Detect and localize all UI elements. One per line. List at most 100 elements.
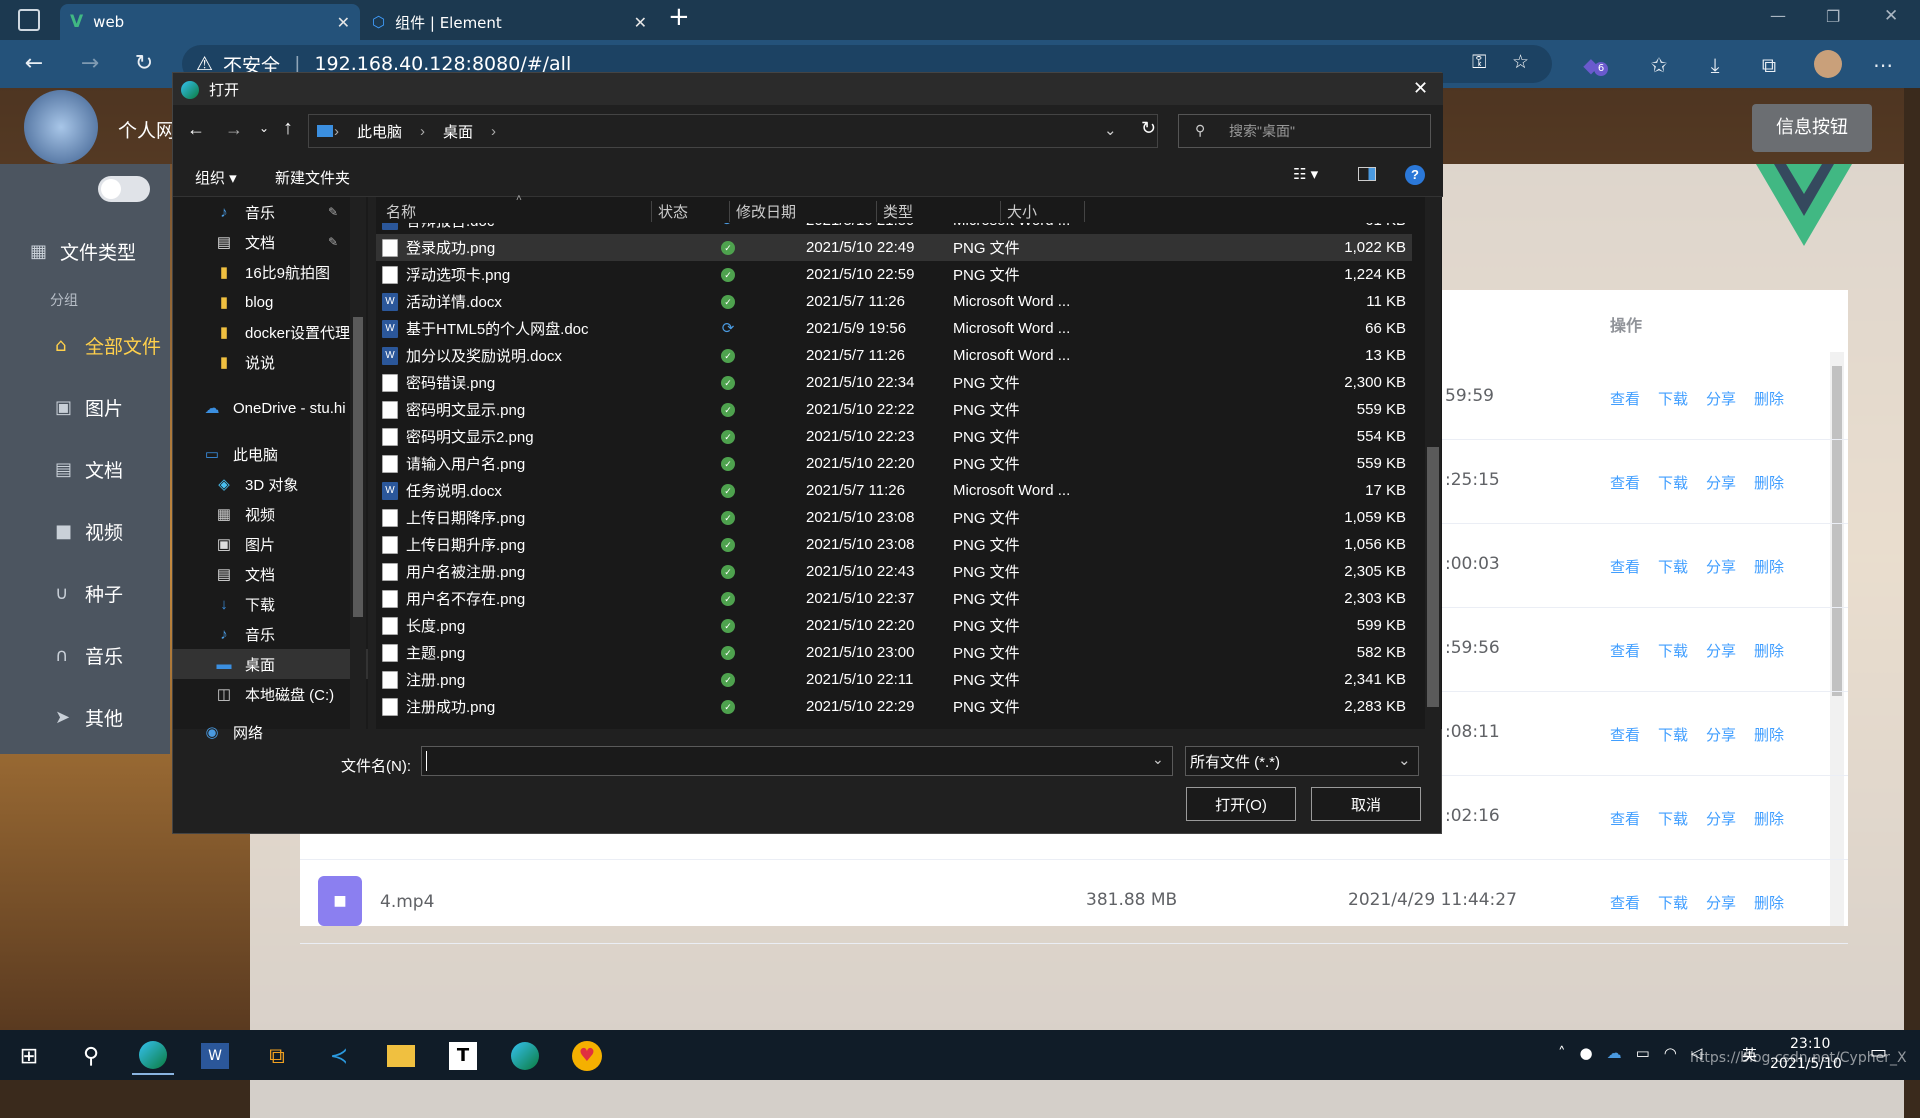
avatar[interactable] — [24, 90, 98, 164]
file-row[interactable]: W 活动详情.docx ✓ 2021/5/7 11:26 Microsoft Word … — [376, 288, 1412, 315]
file-row[interactable]: 上传日期升序.png ✓ 2021/5/10 23:08 PNG 文件 1,056 KB — [376, 531, 1412, 558]
file-row[interactable]: 请输入用户名.png ✓ 2021/5/10 22:20 PNG 文件 559 KB — [376, 450, 1412, 477]
forward-icon[interactable]: → — [225, 119, 243, 140]
vscode-icon[interactable]: ≺ — [318, 1037, 360, 1075]
cancel-button[interactable]: 取消 — [1311, 787, 1421, 821]
file-row[interactable]: W 基于HTML5的个人网盘.doc ⟳ 2021/5/9 19:56 Microsof… — [376, 315, 1412, 342]
pin-icon[interactable]: ✎ — [328, 235, 338, 249]
tree-item[interactable]: ♪ 音乐 ✎ — [173, 197, 368, 227]
col-type[interactable]: 类型 — [876, 201, 913, 222]
file-row[interactable]: 上传日期降序.png ✓ 2021/5/10 23:08 PNG 文件 1,059 KB — [376, 504, 1412, 531]
new-folder-button[interactable]: 新建文件夹 — [275, 167, 350, 188]
file-row[interactable]: 登录成功.png ✓ 2021/5/10 22:49 PNG 文件 1,022 KB — [376, 234, 1412, 261]
explorer-icon[interactable] — [380, 1037, 422, 1075]
preview-pane-icon[interactable] — [1358, 167, 1376, 181]
chevron-up-icon[interactable]: ˄ — [1558, 1044, 1566, 1062]
delete-link[interactable]: 删除 — [1754, 388, 1784, 409]
qq-icon[interactable]: ● — [1580, 1044, 1593, 1062]
file-row[interactable]: 密码明文显示.png ✓ 2021/5/10 22:22 PNG 文件 559 KB — [376, 396, 1412, 423]
filename-input[interactable]: ⌄ — [421, 746, 1173, 776]
info-button[interactable]: 信息按钮 — [1752, 104, 1872, 152]
delete-link[interactable]: 删除 — [1754, 724, 1784, 745]
tab-web[interactable]: V web ✕ — [60, 4, 360, 40]
favorite-add-icon[interactable]: ☆ — [1512, 51, 1529, 73]
file-row[interactable]: 密码错误.png ✓ 2021/5/10 22:34 PNG 文件 2,300 KB — [376, 369, 1412, 396]
col-name[interactable]: 名称 — [386, 201, 416, 222]
tree-item[interactable]: ▮ blog — [173, 287, 368, 317]
view-link[interactable]: 查看 — [1610, 388, 1640, 409]
new-tab-button[interactable]: + — [668, 2, 690, 32]
view-link[interactable]: 查看 — [1610, 808, 1640, 829]
file-row[interactable]: 注册.png ✓ 2021/5/10 22:11 PNG 文件 2,341 KB — [376, 666, 1412, 693]
tree-item[interactable]: ↓ 下载 — [173, 589, 368, 619]
close-icon[interactable]: ✕ — [634, 13, 647, 32]
onedrive-icon[interactable]: ☁ — [1607, 1044, 1622, 1062]
word-icon[interactable]: W — [194, 1037, 236, 1075]
close-icon[interactable]: ✕ — [1413, 78, 1428, 99]
col-status[interactable]: 状态 — [651, 201, 688, 222]
delete-link[interactable]: 删除 — [1754, 472, 1784, 493]
sidebar-item-music[interactable]: ∩ 音乐 — [0, 634, 170, 676]
view-link[interactable]: 查看 — [1610, 640, 1640, 661]
tree-item[interactable]: ☁ OneDrive - stu.hi — [173, 393, 368, 423]
delete-link[interactable]: 删除 — [1754, 556, 1784, 577]
file-row[interactable]: 密码明文显示2.png ✓ 2021/5/10 22:23 PNG 文件 554 KB — [376, 423, 1412, 450]
profile-avatar[interactable] — [1814, 50, 1842, 78]
file-row[interactable]: 主题.png ✓ 2021/5/10 23:00 PNG 文件 582 KB — [376, 639, 1412, 666]
tray-icons[interactable]: ˄ ● ☁ ▭ ◠ ◁ — [1558, 1044, 1702, 1062]
minimize-icon[interactable]: — — [1770, 6, 1786, 25]
back-icon[interactable]: ← — [187, 119, 205, 140]
share-link[interactable]: 分享 — [1706, 724, 1736, 745]
share-link[interactable]: 分享 — [1706, 388, 1736, 409]
file-name[interactable]: 4.mp4 — [380, 892, 434, 912]
file-row[interactable]: W 加分以及奖励说明.docx ✓ 2021/5/7 11:26 Microsoft W… — [376, 342, 1412, 369]
sidebar-item-images[interactable]: ▣ 图片 — [0, 386, 170, 428]
sidebar-item-other[interactable]: ➤ 其他 — [0, 696, 170, 738]
share-link[interactable]: 分享 — [1706, 472, 1736, 493]
download-icon[interactable]: ⤓ — [1700, 50, 1730, 80]
file-row[interactable]: 浮动选项卡.png ✓ 2021/5/10 22:59 PNG 文件 1,224 KB — [376, 261, 1412, 288]
search-icon[interactable]: ⚲ — [70, 1037, 112, 1075]
help-icon[interactable]: ? — [1405, 165, 1425, 185]
download-link[interactable]: 下载 — [1658, 808, 1688, 829]
typora-icon[interactable]: T — [442, 1037, 484, 1075]
delete-link[interactable]: 删除 — [1754, 640, 1784, 661]
chevron-down-icon[interactable]: ⌄ — [1152, 751, 1164, 768]
delete-link[interactable]: 删除 — [1754, 892, 1784, 913]
view-link[interactable]: 查看 — [1610, 472, 1640, 493]
file-row[interactable]: W 答辩报告.doc ⟳ 2021/5/10 21:59 Microsoft Word … — [376, 223, 1412, 234]
extension-icon[interactable]: ◆ 6 — [1576, 50, 1608, 80]
tree-item[interactable]: ◉ 网络 — [173, 717, 368, 747]
file-row[interactable]: 用户名不存在.png ✓ 2021/5/10 22:37 PNG 文件 2,303 KB — [376, 585, 1412, 612]
battery-icon[interactable]: ▭ — [1636, 1044, 1650, 1062]
tree-item[interactable]: ♪ 音乐 — [173, 619, 368, 649]
pin-icon[interactable]: ✎ — [328, 205, 338, 219]
view-link[interactable]: 查看 — [1610, 724, 1640, 745]
file-list-scrollbar[interactable] — [1425, 197, 1441, 729]
tree-item[interactable]: ▬ 桌面 — [173, 649, 368, 679]
col-size[interactable]: 大小 — [1000, 201, 1085, 222]
wifi-icon[interactable]: ◠ — [1664, 1044, 1677, 1062]
download-link[interactable]: 下载 — [1658, 640, 1688, 661]
tree-item[interactable]: ▤ 文档 — [173, 559, 368, 589]
favorites-icon[interactable]: ✩ — [1644, 50, 1674, 80]
tree-item[interactable]: ▭ 此电脑 — [173, 439, 368, 469]
tree-item[interactable]: ▦ 视频 — [173, 499, 368, 529]
tree-item[interactable]: ▮ docker设置代理 — [173, 317, 368, 347]
sidebar-item-docs[interactable]: ▤ 文档 — [0, 448, 170, 490]
tree-item[interactable]: ◈ 3D 对象 — [173, 469, 368, 499]
tree-item[interactable]: ▤ 文档 ✎ — [173, 227, 368, 257]
tree-scrollbar[interactable] — [350, 197, 366, 729]
share-link[interactable]: 分享 — [1706, 808, 1736, 829]
download-link[interactable]: 下载 — [1658, 472, 1688, 493]
close-icon[interactable]: ✕ — [337, 13, 350, 32]
download-link[interactable]: 下载 — [1658, 388, 1688, 409]
theme-toggle[interactable] — [98, 176, 150, 202]
download-link[interactable]: 下载 — [1658, 556, 1688, 577]
tree-item[interactable]: ▮ 说说 — [173, 347, 368, 377]
collections-icon[interactable]: ⧉ — [1754, 50, 1784, 80]
chevron-down-icon[interactable]: ⌄ — [259, 121, 269, 135]
start-icon[interactable]: ⊞ — [8, 1037, 50, 1075]
breadcrumb-computer[interactable]: 此电脑 — [357, 121, 402, 142]
up-icon[interactable]: ↑ — [283, 117, 293, 140]
